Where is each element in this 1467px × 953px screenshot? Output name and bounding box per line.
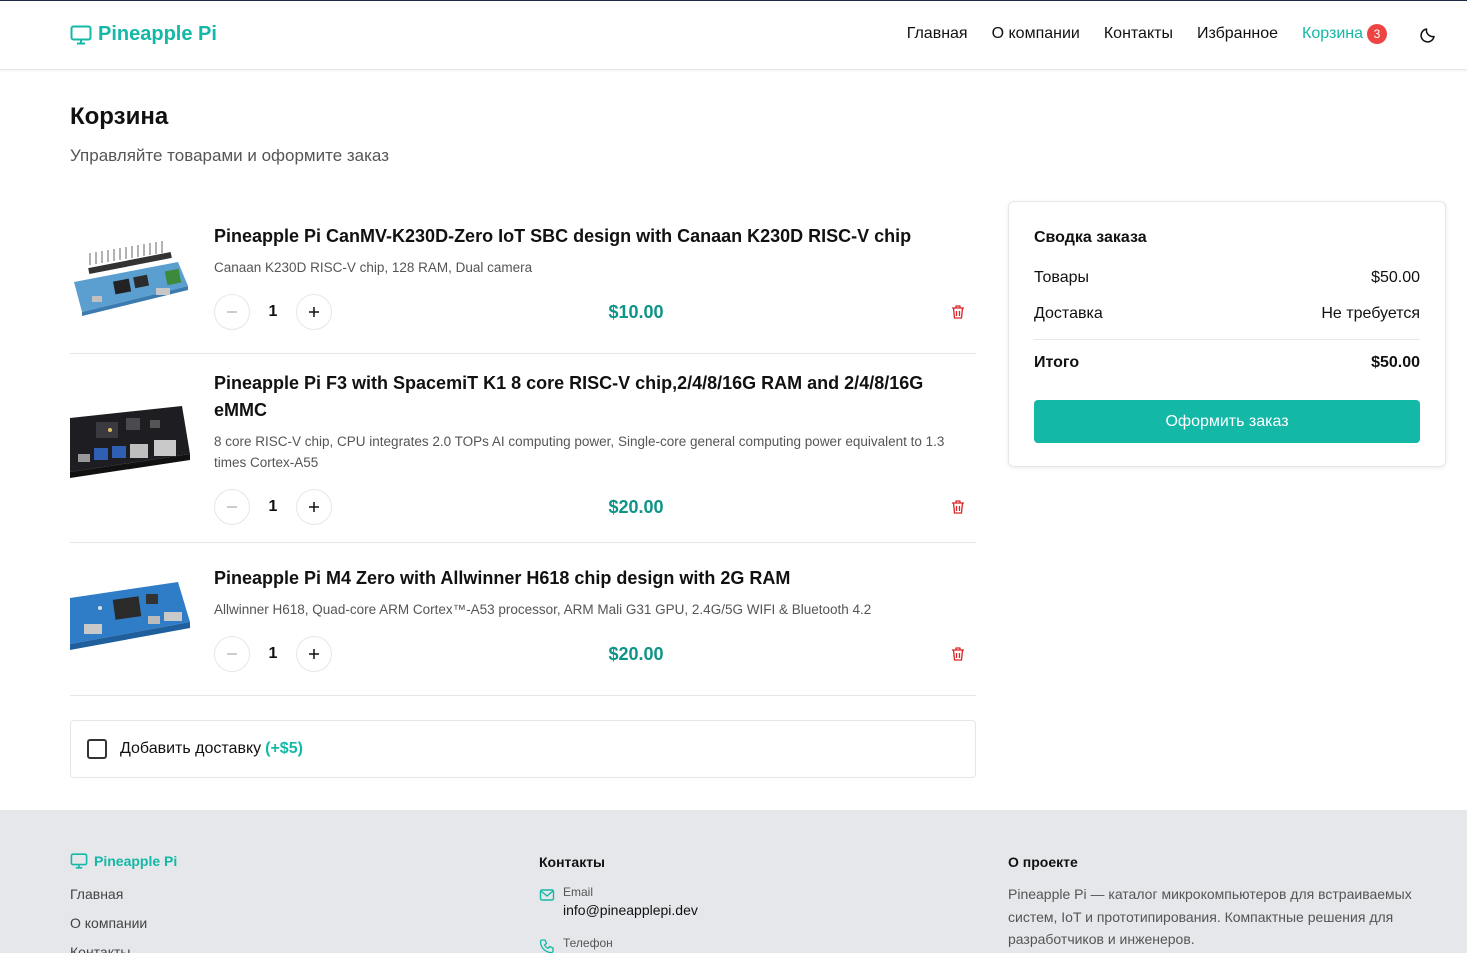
product-price: $20.00 bbox=[608, 497, 664, 517]
minus-icon bbox=[227, 506, 237, 508]
total-label: Итого bbox=[1034, 354, 1080, 371]
delivery-label: Добавить доставку bbox=[120, 740, 262, 757]
trash-icon[interactable] bbox=[950, 646, 966, 662]
footer-links: Главная О компании Контакты bbox=[70, 886, 147, 953]
goods-label: Товары bbox=[1034, 269, 1090, 286]
total-value: $50.00 bbox=[1371, 354, 1420, 371]
nav-cart[interactable]: Корзина 3 bbox=[1302, 24, 1387, 44]
monitor-icon bbox=[70, 25, 92, 44]
quantity-value: 1 bbox=[268, 498, 278, 515]
summary-title: Сводка заказа bbox=[1034, 229, 1147, 246]
nav-about[interactable]: О компании bbox=[992, 25, 1080, 43]
main-nav: Главная О компании Контакты Избранное Ко… bbox=[883, 24, 1387, 44]
trash-icon[interactable] bbox=[950, 304, 966, 320]
footer-contacts-title: Контакты bbox=[539, 854, 606, 870]
cart-count-badge: 3 bbox=[1367, 24, 1387, 44]
minus-icon bbox=[227, 653, 237, 655]
product-image bbox=[70, 568, 190, 658]
nav-home[interactable]: Главная bbox=[907, 25, 968, 43]
decrease-button[interactable] bbox=[214, 489, 250, 525]
product-name[interactable]: Pineapple Pi CanMV-K230D-Zero IoT SBC de… bbox=[214, 223, 976, 250]
footer-link-about[interactable]: О компании bbox=[70, 915, 147, 944]
phone-label: Телефон bbox=[563, 936, 613, 950]
product-image bbox=[70, 230, 190, 320]
product-name[interactable]: Pineapple Pi M4 Zero with Allwinner H618… bbox=[214, 565, 976, 592]
summary-goods-row: Товары $50.00 bbox=[1034, 269, 1420, 287]
product-image bbox=[70, 400, 190, 490]
email-label: Email bbox=[563, 885, 594, 899]
quantity-stepper: 1 bbox=[214, 489, 332, 525]
cart-item: Pineapple Pi F3 with SpacemiT K1 8 core … bbox=[70, 354, 976, 543]
footer-about-title: О проекте bbox=[1008, 854, 1078, 870]
nav-contacts[interactable]: Контакты bbox=[1104, 25, 1173, 43]
phone-icon bbox=[539, 939, 554, 953]
decrease-button[interactable] bbox=[214, 294, 250, 330]
quantity-stepper: 1 bbox=[214, 294, 332, 330]
plus-icon bbox=[309, 502, 319, 512]
plus-icon bbox=[309, 649, 319, 659]
site-footer: Pineapple Pi Главная О компании Контакты… bbox=[0, 810, 1467, 953]
delivery-option[interactable]: Добавить доставку (+$5) bbox=[70, 720, 976, 778]
monitor-icon bbox=[70, 853, 88, 869]
nav-favorites[interactable]: Избранное bbox=[1197, 25, 1278, 43]
increase-button[interactable] bbox=[296, 636, 332, 672]
product-price: $10.00 bbox=[608, 302, 664, 322]
summary-shipping-row: Доставка Не требуется bbox=[1034, 305, 1420, 323]
plus-icon bbox=[309, 307, 319, 317]
footer-brand-name: Pineapple Pi bbox=[94, 853, 178, 869]
footer-phone: Телефон bbox=[539, 936, 613, 953]
page-subtitle: Управляйте товарами и оформите заказ bbox=[70, 146, 389, 165]
quantity-value: 1 bbox=[268, 645, 278, 662]
goods-value: $50.00 bbox=[1371, 269, 1420, 286]
site-header: Pineapple Pi Главная О компании Контакты… bbox=[0, 1, 1467, 70]
brand-name: Pineapple Pi bbox=[98, 23, 217, 45]
product-description: Canaan K230D RISC-V chip, 128 RAM, Dual … bbox=[214, 260, 533, 275]
footer-brand[interactable]: Pineapple Pi bbox=[70, 853, 177, 869]
checkout-button[interactable]: Оформить заказ bbox=[1034, 400, 1420, 443]
product-description: Allwinner H618, Quad-core ARM Cortex™-A5… bbox=[214, 602, 872, 617]
email-value[interactable]: info@pineapplepi.dev bbox=[563, 902, 698, 918]
summary-total-row: Итого $50.00 bbox=[1034, 354, 1420, 372]
order-summary: Сводка заказа Товары $50.00 Доставка Не … bbox=[1008, 201, 1446, 467]
product-description: 8 core RISC-V chip, CPU integrates 2.0 T… bbox=[214, 434, 945, 470]
moon-icon[interactable] bbox=[1419, 26, 1437, 44]
shipping-value: Не требуется bbox=[1321, 305, 1420, 322]
footer-link-home[interactable]: Главная bbox=[70, 886, 147, 915]
footer-link-contacts[interactable]: Контакты bbox=[70, 944, 147, 953]
mail-icon bbox=[539, 889, 555, 901]
trash-icon[interactable] bbox=[950, 499, 966, 515]
quantity-stepper: 1 bbox=[214, 636, 332, 672]
brand-logo[interactable]: Pineapple Pi bbox=[70, 23, 217, 46]
minus-icon bbox=[227, 311, 237, 313]
cart-item: Pineapple Pi M4 Zero with Allwinner H618… bbox=[70, 543, 976, 696]
delivery-checkbox[interactable] bbox=[87, 739, 107, 759]
decrease-button[interactable] bbox=[214, 636, 250, 672]
increase-button[interactable] bbox=[296, 294, 332, 330]
product-name[interactable]: Pineapple Pi F3 with SpacemiT K1 8 core … bbox=[214, 370, 976, 424]
footer-about-text: Pineapple Pi — каталог микрокомпьютеров … bbox=[1008, 886, 1412, 947]
cart-item: Pineapple Pi CanMV-K230D-Zero IoT SBC de… bbox=[70, 200, 976, 354]
delivery-price: (+$5) bbox=[265, 740, 303, 757]
quantity-value: 1 bbox=[268, 303, 278, 320]
page-title: Корзина bbox=[70, 103, 169, 130]
footer-email: Email info@pineapplepi.dev bbox=[539, 885, 698, 918]
shipping-label: Доставка bbox=[1034, 305, 1103, 322]
summary-divider bbox=[1034, 339, 1420, 340]
product-price: $20.00 bbox=[608, 644, 664, 664]
increase-button[interactable] bbox=[296, 489, 332, 525]
nav-cart-label: Корзина bbox=[1302, 25, 1363, 42]
